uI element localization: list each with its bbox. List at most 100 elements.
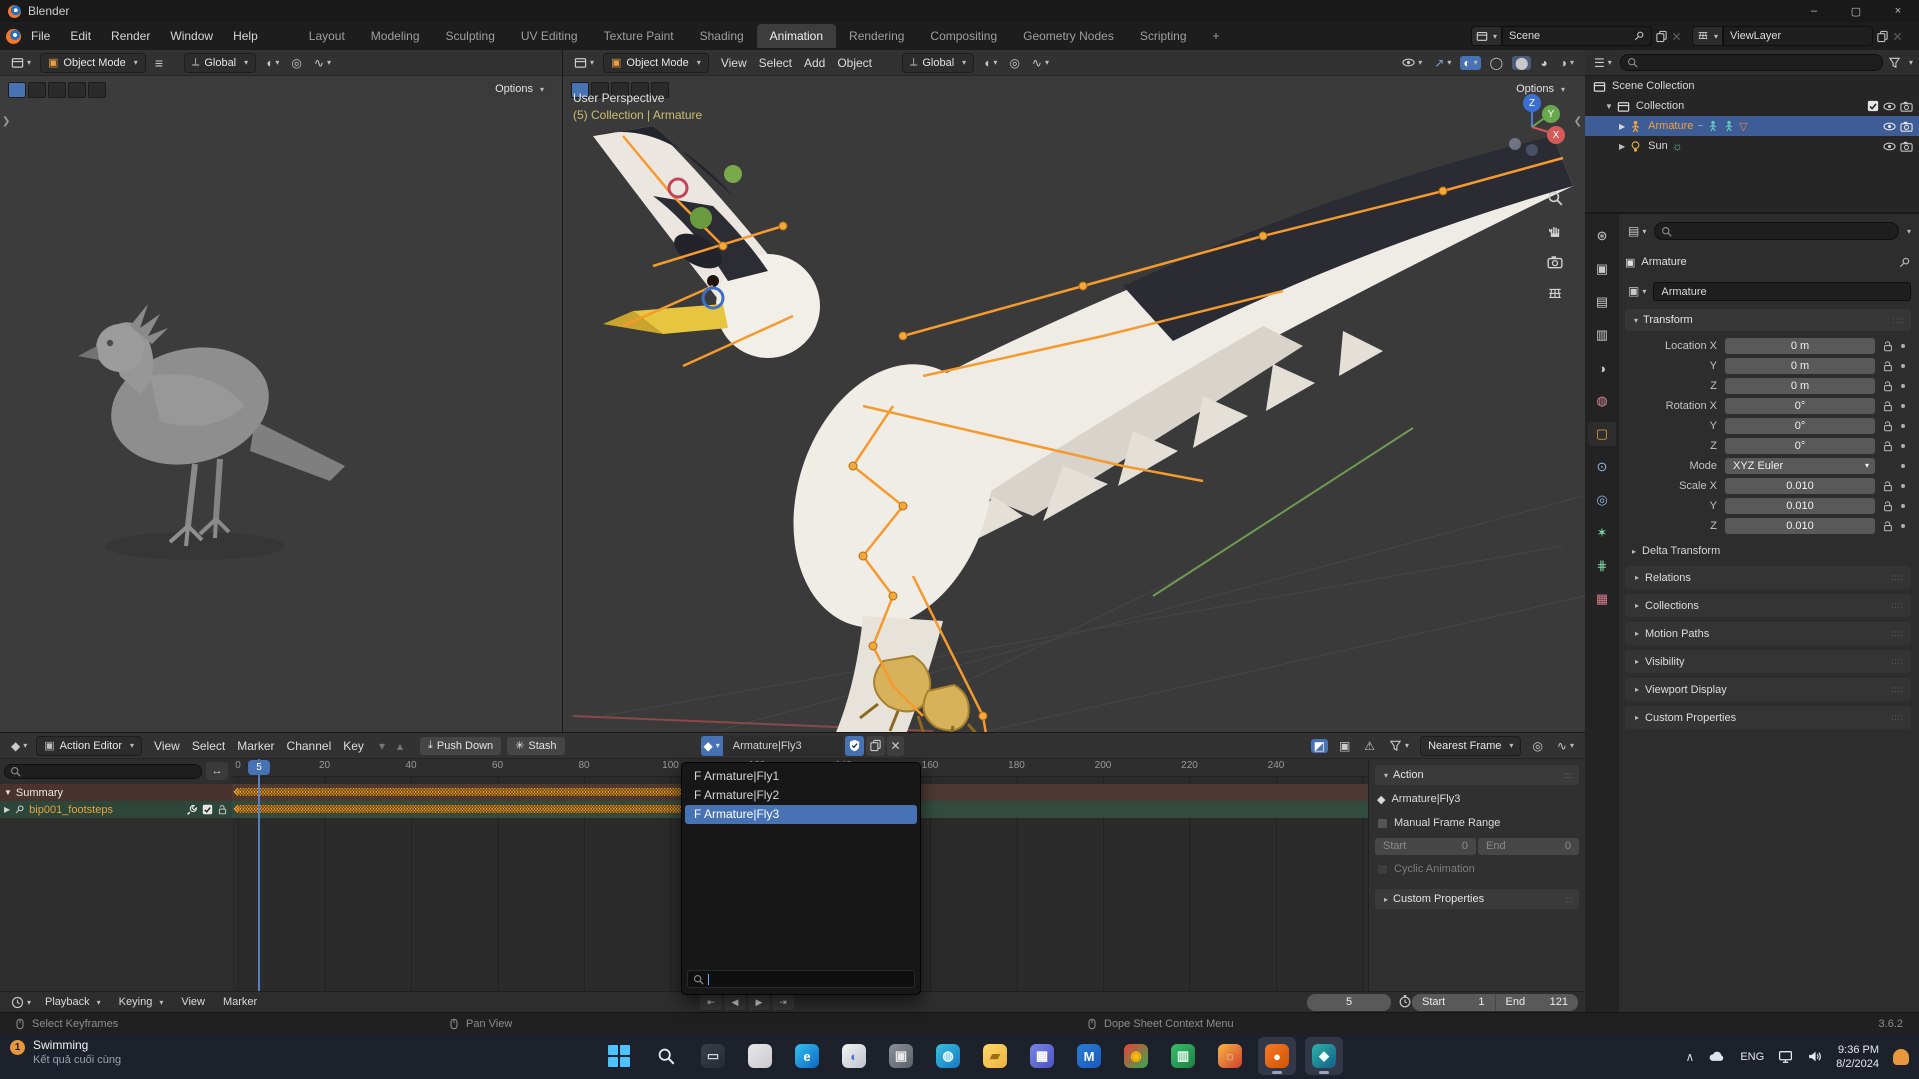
workspace-tab[interactable]: Scripting <box>1127 24 1200 48</box>
transport-button[interactable]: ▶ <box>748 994 770 1010</box>
eye-icon[interactable] <box>1883 100 1896 113</box>
shading-material-icon[interactable]: ◕ <box>1537 56 1550 70</box>
panel-grip-icon[interactable]: :::: <box>1891 573 1904 582</box>
proportional-icon[interactable]: ◎ <box>1529 739 1545 753</box>
menu-item[interactable]: Window <box>160 25 223 47</box>
new-scene-icon[interactable] <box>1655 30 1668 43</box>
taskbar-app-button[interactable]: ▥ <box>1164 1037 1202 1075</box>
collapse-icon[interactable]: ▼ <box>4 788 12 797</box>
lock-icon[interactable] <box>1879 420 1897 432</box>
animate-dot-icon[interactable] <box>1901 424 1905 428</box>
properties-tab[interactable]: ⋕ <box>1588 554 1616 578</box>
transport-button[interactable]: ◀ <box>724 994 746 1010</box>
taskbar-app-button[interactable]: ▦ <box>1023 1037 1061 1075</box>
gizmos-toggle-icon[interactable]: ↗▾ <box>1431 56 1454 70</box>
workspace-tab[interactable]: Modeling <box>358 24 433 48</box>
outliner-search-input[interactable] <box>1620 54 1883 71</box>
language-indicator[interactable]: ENG <box>1740 1051 1764 1063</box>
tray-chevron-icon[interactable]: ∧ <box>1686 1050 1695 1064</box>
blender-menu-icon[interactable] <box>6 29 21 44</box>
sidebar-toggle-left-icon[interactable]: ❯ <box>2 116 10 127</box>
overlays-toggle-icon[interactable]: ◐▾ <box>1460 56 1480 70</box>
pin-icon[interactable] <box>14 804 25 815</box>
property-section-header[interactable]: ▸ Custom Properties :::: <box>1625 706 1911 729</box>
fake-user-shield-icon[interactable] <box>845 736 864 756</box>
mode-dropdown[interactable]: ▣Object Mode▾ <box>603 53 709 73</box>
falloff-icon[interactable]: ∿▾ <box>311 56 334 70</box>
editor-type-icon[interactable]: ▾ <box>571 56 597 69</box>
dope-sheet-mode-dropdown[interactable]: ▣Action Editor▾ <box>36 736 142 756</box>
timeline-editor-icon[interactable]: ▾ <box>8 996 34 1009</box>
panel-grip-icon[interactable]: :::: <box>1891 713 1904 722</box>
filter-chevron-icon[interactable]: ▾ <box>1909 58 1913 67</box>
expand-icon[interactable]: ▶ <box>4 805 10 814</box>
playhead[interactable] <box>258 759 260 991</box>
camera-icon[interactable] <box>1900 140 1913 153</box>
lock-icon[interactable] <box>1879 340 1897 352</box>
close-button[interactable]: × <box>1877 0 1919 22</box>
shading-wireframe-icon[interactable]: ◯ <box>1487 56 1506 70</box>
navigation-gizmo[interactable]: Z Y X <box>1497 92 1567 162</box>
transform-value-field[interactable]: 0°▾ <box>1725 418 1875 434</box>
transform-value-field[interactable]: 0°▾ <box>1725 398 1875 414</box>
outliner-row-armature[interactable]: ▶ Armature ~ ▽ <box>1585 116 1919 136</box>
gizmo-y-axis[interactable]: Y <box>1542 105 1560 123</box>
cursor-tool-button[interactable] <box>88 82 106 98</box>
manual-frame-range-checkbox[interactable] <box>1377 818 1388 829</box>
panel-grip-icon[interactable]: :::: <box>1564 771 1573 780</box>
animate-dot-icon[interactable] <box>1901 444 1905 448</box>
pan-hand-icon[interactable] <box>1547 222 1563 238</box>
lock-icon[interactable] <box>1879 480 1897 492</box>
taskbar-search-button[interactable] <box>647 1037 685 1075</box>
workspace-tab[interactable]: Texture Paint <box>591 24 687 48</box>
workspace-tab[interactable]: + <box>1200 24 1233 48</box>
lock-icon[interactable] <box>1879 360 1897 372</box>
transport-button[interactable]: ⇥ <box>772 994 794 1010</box>
show-hidden-icon[interactable]: ◩ <box>1311 739 1328 753</box>
animate-dot-icon[interactable] <box>1901 504 1905 508</box>
snap-magnet-icon[interactable]: ◖▾ <box>980 56 1000 70</box>
property-section-header[interactable]: ▸ Viewport Display :::: <box>1625 678 1911 701</box>
marker-menu[interactable]: Marker <box>216 996 264 1008</box>
channel-summary[interactable]: ▼ Summary <box>0 784 232 801</box>
editor-type-icon[interactable]: ◆▾ <box>8 739 30 753</box>
taskbar-app-button[interactable]: ▰ <box>976 1037 1014 1075</box>
menu-item[interactable]: Edit <box>60 25 101 47</box>
proportional-edit-icon[interactable]: ◎ <box>288 56 304 70</box>
notification-bell-icon[interactable] <box>1893 1049 1909 1065</box>
workspace-tab[interactable]: Sculpting <box>433 24 508 48</box>
animate-dot-icon[interactable] <box>1901 464 1905 468</box>
taskbar-app-button[interactable]: ◆ <box>1305 1037 1343 1075</box>
lock-icon[interactable] <box>1879 440 1897 452</box>
camera-icon[interactable] <box>1900 120 1913 133</box>
dope-sheet-menu-item[interactable]: View <box>148 739 186 753</box>
manual-frame-range-row[interactable]: Manual Frame Range <box>1375 813 1579 833</box>
transform-value-field[interactable]: 0 m▾ <box>1725 338 1875 354</box>
property-section-header[interactable]: ▸ Motion Paths :::: <box>1625 622 1911 645</box>
transform-value-field[interactable]: 0.010▾ <box>1725 498 1875 514</box>
keying-menu[interactable]: Keying▾ <box>112 996 171 1008</box>
checkbox-icon[interactable] <box>1867 100 1879 112</box>
panel-grip-icon[interactable]: :::: <box>1891 629 1904 638</box>
action-popup-item[interactable]: F Armature|Fly3 <box>685 805 917 824</box>
transport-button[interactable]: ⇤ <box>700 994 722 1010</box>
outliner-row-collection[interactable]: ▼ Collection <box>1585 96 1919 116</box>
channel-search-input[interactable] <box>4 764 202 779</box>
scene-name[interactable]: Scene <box>1509 30 1627 42</box>
taskbar-app-button[interactable]: ▭ <box>694 1037 732 1075</box>
lock-icon[interactable] <box>217 804 228 815</box>
start-button[interactable] <box>600 1037 638 1075</box>
properties-tab[interactable]: ▦ <box>1588 587 1616 611</box>
eye-icon[interactable] <box>1883 120 1896 133</box>
gizmo-x-axis[interactable]: X <box>1547 126 1565 144</box>
mute-checkbox-icon[interactable] <box>202 804 213 815</box>
select-circle-tool-button[interactable] <box>48 82 66 98</box>
taskbar-app-button[interactable]: ▣ <box>882 1037 920 1075</box>
zoom-icon[interactable] <box>1547 190 1563 206</box>
object-name-input[interactable]: Armature <box>1653 282 1911 301</box>
workspace-tab[interactable]: Rendering <box>836 24 917 48</box>
dope-sheet-menu-item[interactable]: Select <box>186 739 231 753</box>
minimize-button[interactable]: – <box>1793 0 1835 22</box>
unlink-action-icon[interactable] <box>887 736 904 756</box>
orthographic-grid-icon[interactable] <box>1547 286 1563 302</box>
